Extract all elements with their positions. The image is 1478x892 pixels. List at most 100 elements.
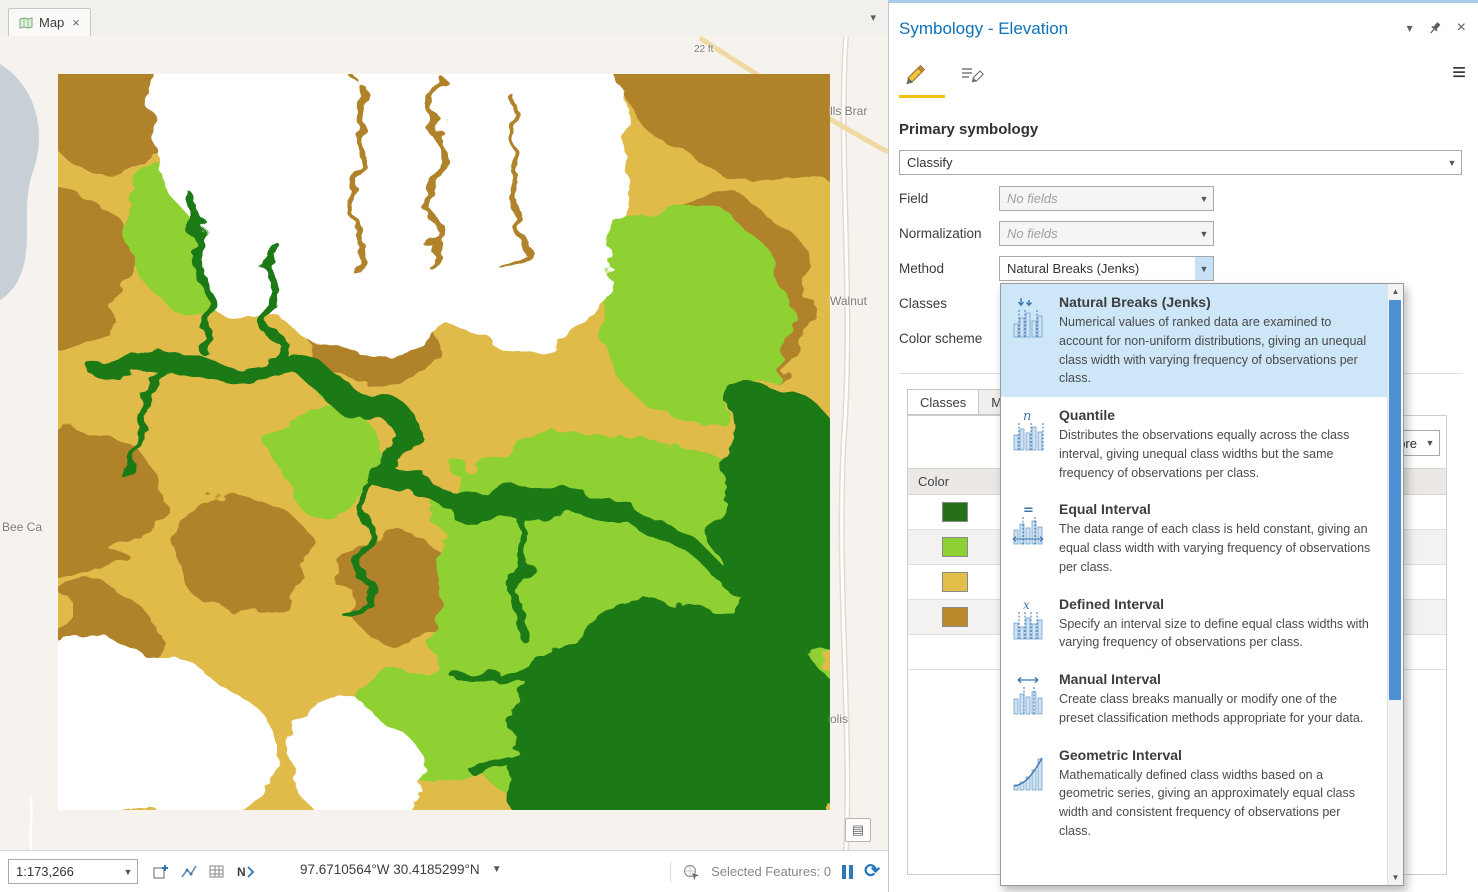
field-combo[interactable]: No fields ▼: [999, 186, 1214, 211]
scrollbar-thumb[interactable]: [1389, 300, 1401, 700]
arcgis-pro-window: Map × ▾ 22 ft lls Brar Walnut Bee Ca oli…: [0, 0, 1478, 892]
svg-text:N: N: [237, 865, 246, 879]
menu-icon[interactable]: ≡: [1452, 61, 1466, 85]
renderer-combo[interactable]: Classify ▼: [899, 150, 1462, 175]
renderer-value: Classify: [907, 155, 953, 170]
pane-menu-chevron-icon[interactable]: ▾: [1407, 21, 1413, 35]
chevron-down-icon[interactable]: ▼: [492, 864, 502, 875]
chevron-down-icon: ▼: [1199, 193, 1209, 204]
primary-symbology-heading: Primary symbology: [899, 121, 1039, 138]
scroll-down-icon[interactable]: ▼: [1388, 870, 1403, 885]
method-options-list: Natural Breaks (Jenks) Numerical values …: [1001, 284, 1387, 885]
chevron-down-icon[interactable]: ▼: [1421, 438, 1439, 448]
close-icon[interactable]: ×: [1457, 20, 1466, 36]
primary-symbology-tab-icon[interactable]: [901, 59, 931, 89]
color-scheme-label: Color scheme: [899, 331, 983, 346]
pane-title: Symbology - Elevation: [899, 19, 1069, 38]
method-value: Natural Breaks (Jenks): [1007, 261, 1140, 276]
selection-globe-icon: [683, 864, 700, 880]
classes-label: Classes: [899, 296, 948, 311]
tabstrip-chevron-down-icon[interactable]: ▾: [870, 11, 876, 24]
geometric-interval-icon: [1007, 747, 1051, 841]
basemap-label-falls-branch: lls Brar: [830, 104, 868, 118]
manual-interval-icon: [1007, 671, 1051, 728]
basemap-label-walnut: Walnut: [830, 294, 867, 308]
method-option-title: Geometric Interval: [1059, 746, 1182, 763]
method-option-description: Distributes the observations equally acr…: [1059, 428, 1350, 480]
method-option-title: Equal Interval: [1059, 501, 1151, 518]
scroll-up-icon[interactable]: ▲: [1388, 284, 1403, 299]
method-option-manual-interval[interactable]: Manual Interval Create class breaks manu…: [1001, 661, 1387, 737]
field-value: No fields: [1007, 191, 1058, 206]
method-option-natural-breaks[interactable]: Natural Breaks (Jenks) Numerical values …: [1001, 284, 1387, 397]
method-option-description: Mathematically defined class widths base…: [1059, 767, 1355, 838]
active-tab-underline: [899, 95, 945, 98]
map-statusbar: 1:173,266 ▼ N 97.6710564°W 30.4185299°N …: [0, 850, 888, 892]
method-option-equal-interval[interactable]: = Equal Interval The data range of each …: [1001, 491, 1387, 585]
popup-scrollbar[interactable]: ▲ ▼: [1387, 284, 1403, 885]
map-tab-label: Map: [39, 15, 65, 30]
class-color-swatch[interactable]: [942, 607, 968, 627]
method-combo[interactable]: Natural Breaks (Jenks) ▼: [999, 256, 1214, 281]
refresh-icon[interactable]: ⟳: [864, 862, 880, 881]
field-label: Field: [899, 191, 929, 206]
pin-icon[interactable]: [1428, 21, 1442, 35]
basemap-label-elevation: 22 ft: [694, 44, 714, 55]
table-icon[interactable]: [208, 863, 226, 881]
normalization-combo[interactable]: No fields ▼: [999, 221, 1214, 246]
method-option-description: Create class breaks manually or modify o…: [1059, 692, 1364, 725]
coordinates-readout[interactable]: 97.6710564°W 30.4185299°N ▼: [300, 862, 502, 877]
chevron-down-icon[interactable]: ▼: [119, 867, 137, 877]
method-option-title: Quantile: [1059, 407, 1116, 423]
color-column-header: Color: [918, 474, 950, 489]
svg-text:x: x: [1023, 598, 1030, 612]
coordinates-value: 97.6710564°W 30.4185299°N: [300, 862, 480, 877]
method-dropdown-popup: Natural Breaks (Jenks) Numerical values …: [1000, 283, 1404, 886]
chevron-down-icon: ▼: [1199, 228, 1209, 239]
method-option-quantile[interactable]: n Quantile Distributes the observations …: [1001, 397, 1387, 491]
north-arrow-icon[interactable]: N: [236, 863, 256, 881]
add-extent-icon[interactable]: [152, 863, 170, 881]
map-tab[interactable]: Map ×: [8, 8, 91, 36]
chevron-down-icon[interactable]: ▼: [1195, 257, 1213, 280]
elevation-raster-layer[interactable]: [58, 74, 830, 810]
pane-controls: ▾ ×: [1407, 20, 1466, 36]
map-scale-combo[interactable]: 1:173,266 ▼: [8, 859, 138, 884]
natural-breaks-icon: [1007, 294, 1051, 388]
chart-icon[interactable]: [180, 863, 198, 881]
method-option-defined-interval[interactable]: x Defined Interval Specify an interval s…: [1001, 586, 1387, 662]
tab-classes[interactable]: Classes: [907, 389, 980, 415]
method-option-title: Manual Interval: [1059, 671, 1161, 687]
class-color-swatch[interactable]: [942, 502, 968, 522]
vary-symbology-tab-icon[interactable]: [957, 59, 987, 89]
symbology-toolrow: ≡: [899, 57, 1468, 101]
method-option-geometric-interval[interactable]: Geometric Interval Mathematically define…: [1001, 737, 1387, 850]
class-color-swatch[interactable]: [942, 537, 968, 557]
map-tab-close-icon[interactable]: ×: [72, 15, 80, 30]
svg-text:=: =: [1023, 503, 1034, 518]
method-label: Method: [899, 261, 945, 276]
map-tab-icon: [19, 16, 33, 29]
chevron-down-icon[interactable]: ▼: [1443, 158, 1461, 168]
map-scale-value: 1:173,266: [16, 864, 74, 879]
class-color-swatch[interactable]: [942, 572, 968, 592]
statusbar-right: Selected Features: 0 ⟳: [670, 859, 880, 884]
method-option-title: Defined Interval: [1059, 595, 1165, 612]
lake-shape: [0, 64, 39, 300]
map-panel: Map × ▾ 22 ft lls Brar Walnut Bee Ca oli…: [0, 0, 888, 892]
map-flyout-button[interactable]: ▤: [845, 818, 871, 842]
quantile-icon: n: [1007, 407, 1051, 482]
defined-interval-icon: x: [1007, 596, 1051, 653]
method-option-description: Numerical values of ranked data are exam…: [1059, 315, 1367, 386]
map-viewport[interactable]: 22 ft lls Brar Walnut Bee Ca olis ▤: [0, 36, 888, 850]
normalization-label: Normalization: [899, 226, 982, 241]
normalization-value: No fields: [1007, 226, 1058, 241]
method-option-description: Specify an interval size to define equal…: [1059, 616, 1369, 650]
divider: [670, 861, 672, 882]
selected-features-label: Selected Features: 0: [711, 864, 832, 879]
map-tabstrip: Map × ▾: [0, 0, 888, 37]
statusbar-tools: N: [152, 859, 256, 884]
method-option-description: The data range of each class is held con…: [1059, 522, 1371, 574]
basemap-label-olis: olis: [830, 712, 849, 726]
pause-drawing-icon[interactable]: [842, 864, 854, 880]
